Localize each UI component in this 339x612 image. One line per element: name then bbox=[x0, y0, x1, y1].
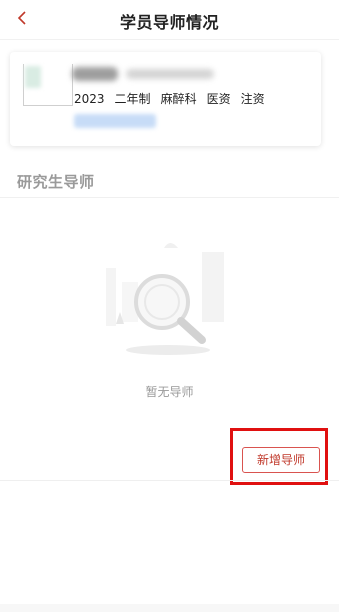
page-title: 学员导师情况 bbox=[119, 13, 219, 32]
avatar-image bbox=[25, 66, 41, 88]
add-mentor-button[interactable]: 新增导师 bbox=[242, 447, 320, 473]
divider bbox=[0, 480, 339, 481]
magnifier-empty-icon bbox=[106, 243, 224, 355]
page: 学员导师情况 2023 二年制 麻醉科 医资 注资 研究生导师 暂无导师 新增导… bbox=[0, 0, 339, 612]
tag-qualification-1: 医资 bbox=[206, 92, 231, 106]
tag-qualification-2: 注资 bbox=[240, 92, 265, 106]
student-id-redacted bbox=[126, 69, 214, 79]
empty-state-text: 暂无导师 bbox=[145, 385, 194, 399]
status-badge-redacted bbox=[74, 114, 156, 128]
bottom-edge bbox=[0, 604, 339, 612]
tag-program: 二年制 bbox=[114, 92, 151, 106]
section-title: 研究生导师 bbox=[17, 173, 95, 191]
student-card: 2023 二年制 麻醉科 医资 注资 bbox=[10, 52, 321, 146]
avatar bbox=[23, 64, 73, 106]
header-bar: 学员导师情况 bbox=[0, 0, 339, 40]
student-name-redacted bbox=[72, 67, 118, 81]
tag-year: 2023 bbox=[74, 92, 105, 106]
tag-department: 麻醉科 bbox=[160, 92, 197, 106]
student-tags: 2023 二年制 麻醉科 医资 注资 bbox=[74, 90, 265, 108]
